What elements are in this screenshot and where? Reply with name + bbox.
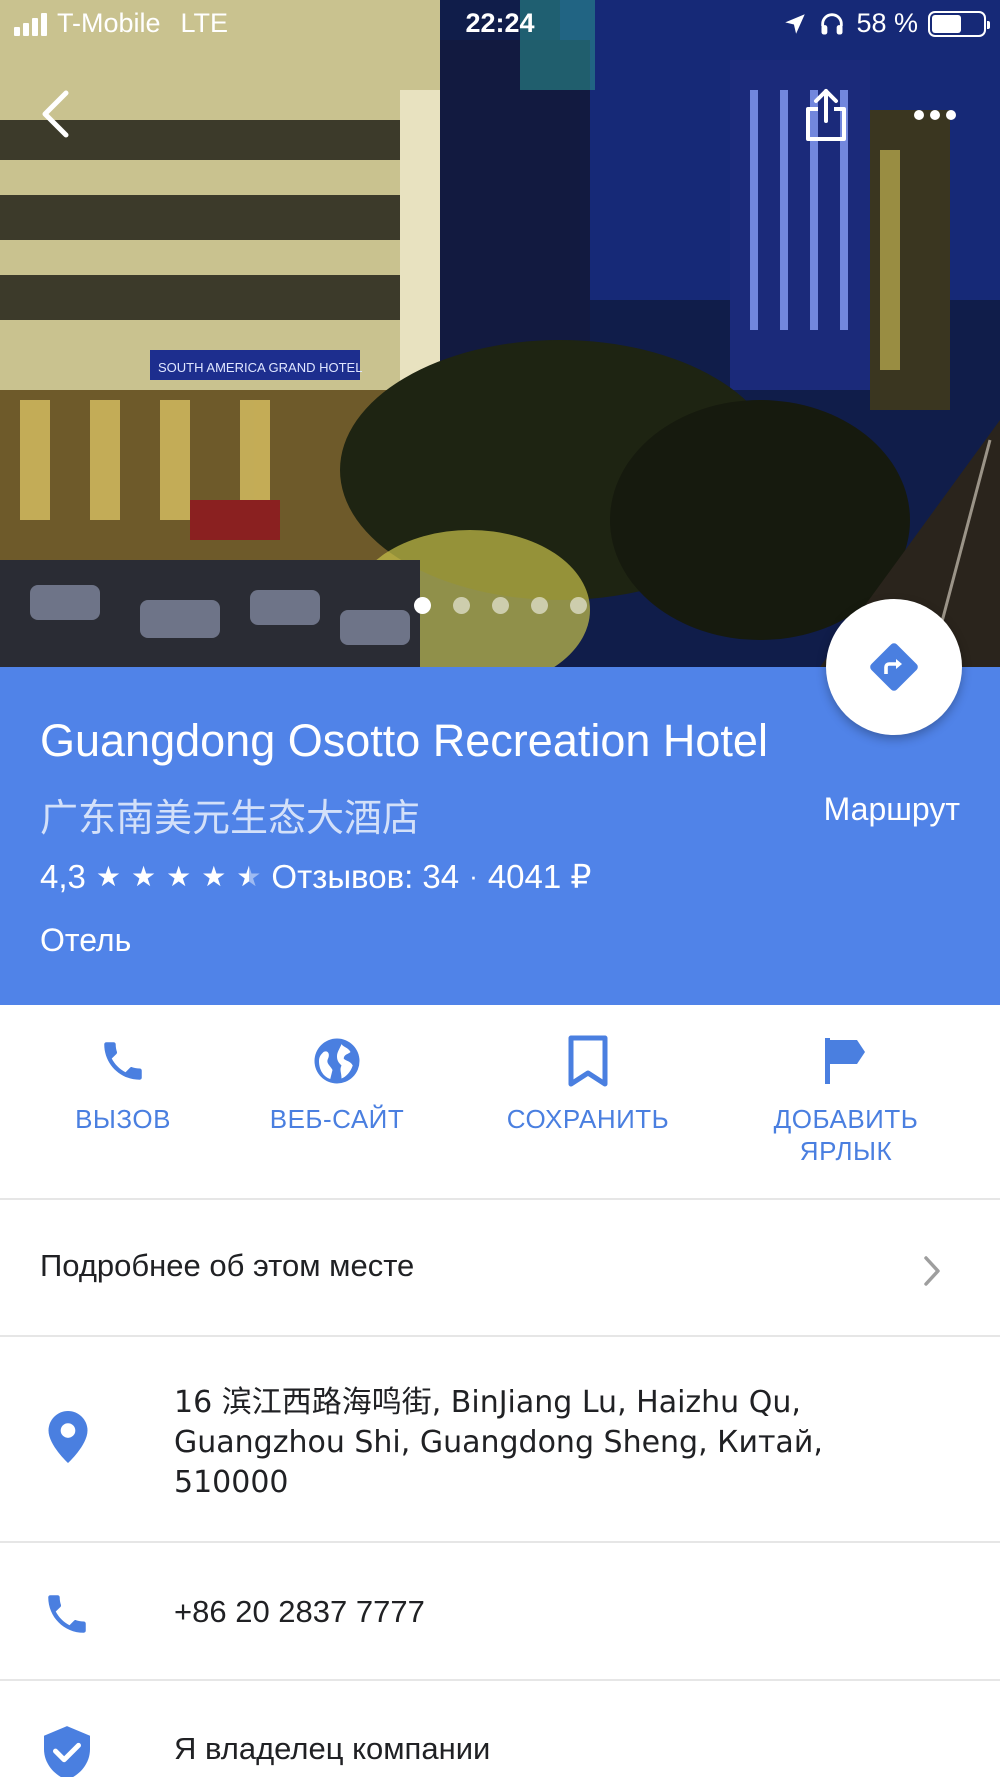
more-options-button[interactable] (905, 95, 965, 135)
action-bar: ВЫЗОВ ВЕБ-САЙТ СОХРАНИТЬ ДОБАВИТЬ ЯРЛЫК (0, 1005, 1000, 1200)
rating-value: 4,3 (40, 857, 86, 895)
address-row[interactable]: 16 滨江西路海鸣街, BinJiang Lu, Haizhu Qu, Guan… (0, 1337, 1000, 1543)
battery-percent: 58 % (856, 8, 918, 38)
add-label-label: ДОБАВИТЬ ЯРЛЫК (773, 1104, 919, 1166)
back-button[interactable] (30, 84, 80, 144)
directions-icon (870, 643, 918, 691)
location-arrow-icon (785, 13, 806, 34)
place-native-name: 广东南美元生态大酒店 (40, 796, 421, 840)
separator-dot: · (469, 861, 478, 891)
gallery-dot[interactable] (570, 597, 587, 614)
add-label-button[interactable]: ДОБАВИТЬ ЯРЛЫК (756, 1031, 936, 1167)
more-horizontal-icon (914, 110, 956, 120)
half-star-icon: ★★ (236, 861, 262, 892)
star-icon: ★ (95, 861, 121, 892)
gallery-dot[interactable] (531, 597, 548, 614)
call-label: ВЫЗОВ (75, 1104, 171, 1134)
directions-button[interactable] (826, 599, 962, 735)
save-button[interactable]: СОХРАНИТЬ (498, 1031, 678, 1135)
status-bar: T-Mobile LTE 22:24 58 % (0, 0, 1000, 50)
battery-icon (928, 10, 990, 37)
place-title: Guangdong Osotto Recreation Hotel (40, 715, 768, 766)
share-icon (806, 89, 846, 141)
chevron-right-icon (924, 1256, 940, 1286)
route-label[interactable]: Маршрут (824, 791, 960, 828)
owner-claim-row[interactable]: Я владелец компании (0, 1681, 1000, 1777)
gallery-dot[interactable] (453, 597, 470, 614)
call-button[interactable]: ВЫЗОВ (63, 1031, 183, 1135)
hotel-sign-text: SOUTH AMERICA GRAND HOTEL (158, 360, 362, 375)
phone-icon (104, 1042, 142, 1080)
gallery-dot[interactable] (492, 597, 509, 614)
place-category: Отель (40, 922, 132, 958)
gallery-dot[interactable] (414, 597, 431, 614)
star-icon: ★ (130, 861, 157, 892)
star-icon: ★ (201, 861, 227, 892)
more-info-row[interactable]: Подробнее об этом месте (0, 1200, 1000, 1337)
flag-icon (825, 1038, 865, 1084)
rating-row[interactable]: 4,3 ★ ★ ★ ★ ★★ Отзывов: 34 · 4041 ₽ (40, 857, 591, 896)
star-icon: ★ (166, 861, 192, 892)
price-level: 4041 ₽ (487, 858, 592, 895)
phone-number: +86 20 2837 7777 (174, 1594, 425, 1629)
bookmark-icon (568, 1035, 608, 1087)
website-button[interactable]: ВЕБ-САЙТ (262, 1031, 412, 1135)
more-info-text: Подробнее об этом месте (40, 1248, 415, 1283)
share-button[interactable] (796, 80, 856, 150)
phone-row[interactable]: +86 20 2837 7777 (0, 1543, 1000, 1681)
verified-shield-icon (44, 1726, 90, 1777)
rating-stars: ★ ★ ★ ★ ★★ (96, 860, 262, 893)
reviews-count: Отзывов: 34 (271, 857, 460, 895)
phone-icon (48, 1595, 86, 1633)
gallery-pagination (414, 597, 587, 614)
address-text: 16 滨江西路海鸣街, BinJiang Lu, Haizhu Qu, Guan… (174, 1385, 823, 1500)
headphones-icon (821, 12, 844, 34)
website-label: ВЕБ-САЙТ (269, 1104, 405, 1134)
save-label: СОХРАНИТЬ (506, 1104, 670, 1134)
location-pin-icon (48, 1411, 88, 1463)
battery-level (932, 14, 961, 33)
chevron-left-icon (42, 90, 69, 138)
globe-icon (314, 1038, 360, 1084)
owner-claim-text: Я владелец компании (174, 1731, 491, 1766)
